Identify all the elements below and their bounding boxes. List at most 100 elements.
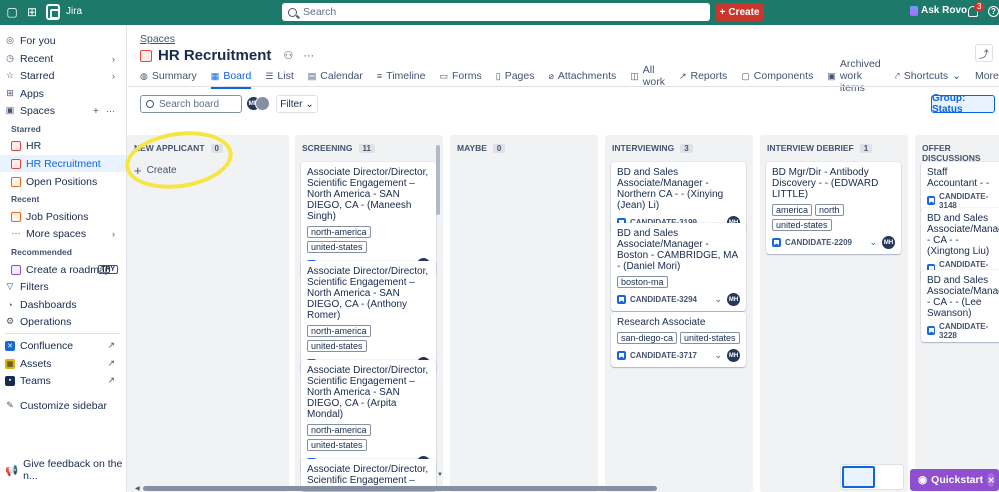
- minimap-viewport[interactable]: [842, 466, 875, 488]
- sidebar-item-hr-recruitment[interactable]: HR Recruitment: [0, 155, 126, 172]
- tab-summary[interactable]: ◍ Summary: [140, 67, 197, 85]
- assignee-avatar[interactable]: MH: [882, 236, 895, 249]
- sidebar-item-job-positions[interactable]: Job Positions: [0, 208, 126, 225]
- card-labels: north-america united-states: [307, 424, 430, 451]
- global-search-placeholder: Search: [303, 6, 337, 18]
- card-key[interactable]: CANDIDATE-3717: [630, 351, 697, 360]
- scroll-left-arrow-icon[interactable]: ◀: [135, 485, 140, 492]
- sidebar-item-operations[interactable]: ⚙ Operations: [0, 313, 126, 330]
- tab-shortcuts[interactable]: ⤤ Shortcuts ⌄: [895, 67, 961, 85]
- card-footer: CANDIDATE-3294 ⌄ MH: [617, 293, 740, 306]
- board-column-screening: SCREENING 11 Associate Director/Director, …: [295, 135, 443, 492]
- board-card[interactable]: Staff Accountant - - CANDIDATE-3148: [921, 162, 999, 212]
- tab-reports[interactable]: ↗ Reports: [679, 67, 727, 85]
- tab-label: List: [277, 70, 294, 82]
- card-label[interactable]: united-states: [307, 241, 367, 253]
- jira-logo-icon[interactable]: [46, 4, 60, 20]
- avatar[interactable]: [255, 96, 270, 111]
- sidebar-item-customize[interactable]: ✎ Customize sidebar: [0, 397, 126, 414]
- card-label[interactable]: united-states: [307, 340, 367, 352]
- close-icon[interactable]: ✕: [987, 473, 995, 487]
- group-by-button[interactable]: Group: Status: [931, 93, 995, 115]
- sidebar-item-starred[interactable]: ☆ Starred ›: [0, 67, 126, 84]
- card-key[interactable]: CANDIDATE-2209: [785, 238, 852, 247]
- sidebar-toggle-icon[interactable]: ▢: [5, 5, 19, 19]
- board-horizontal-scrollbar[interactable]: [143, 486, 657, 491]
- card-label[interactable]: north-america: [307, 424, 371, 436]
- tab-timeline[interactable]: ≡ Timeline: [377, 67, 426, 85]
- sidebar-item-for-you[interactable]: ◎ For you: [0, 32, 126, 49]
- card-label[interactable]: north: [815, 204, 844, 216]
- tab-components[interactable]: ▢ Components: [741, 67, 813, 85]
- sidebar-item-recent[interactable]: ◷ Recent ›: [0, 50, 126, 67]
- sidebar-item-hr[interactable]: HR: [0, 137, 126, 154]
- card-label[interactable]: united-states: [307, 439, 367, 451]
- card-labels: america north united-states: [772, 204, 895, 231]
- add-space-icon[interactable]: +: [93, 105, 99, 117]
- product-name[interactable]: Jira: [66, 6, 82, 17]
- team-icon[interactable]: ⚇: [283, 49, 293, 62]
- assignee-avatar[interactable]: MH: [727, 293, 740, 306]
- board-card[interactable]: Associate Director/Director, Scientific …: [301, 360, 436, 474]
- search-board-input[interactable]: Search board: [140, 95, 242, 113]
- sidebar-item-open-positions[interactable]: Open Positions: [0, 173, 126, 190]
- quickstart-button[interactable]: ◉ Quickstart ✕: [910, 469, 999, 491]
- card-label[interactable]: san-diego-ca: [617, 332, 678, 344]
- board-card[interactable]: BD Mgr/Dir - Antibody Discovery - - (EDW…: [766, 162, 901, 254]
- sidebar-item-spaces[interactable]: ▣ Spaces + ···: [0, 102, 126, 119]
- card-label[interactable]: north-america: [307, 325, 371, 337]
- more-actions-icon[interactable]: ···: [303, 50, 314, 62]
- app-switcher-icon[interactable]: ⊞: [25, 5, 39, 19]
- tab-board[interactable]: ▦ Board: [210, 67, 251, 89]
- board-card[interactable]: Associate Director/Director, Scientific …: [301, 162, 436, 276]
- card-label[interactable]: north-america: [307, 226, 371, 238]
- sidebar-item-apps[interactable]: ⊞ Apps: [0, 85, 126, 102]
- more-options-icon[interactable]: ···: [106, 106, 115, 116]
- card-label[interactable]: united-states: [772, 219, 832, 231]
- chevron-down-icon: ⌄: [305, 98, 314, 110]
- tab-forms[interactable]: ▭ Forms: [439, 67, 481, 85]
- card-label[interactable]: boston-ma: [617, 276, 668, 288]
- give-feedback-link[interactable]: 📢 Give feedback on the n...: [5, 458, 126, 482]
- board-card[interactable]: Associate Director/Director, Scientific …: [301, 261, 436, 375]
- card-title: Staff Accountant - -: [927, 167, 990, 189]
- column-count: 3: [680, 143, 693, 153]
- create-button[interactable]: + Create: [715, 3, 764, 21]
- help-icon[interactable]: ?: [988, 6, 999, 17]
- board-card[interactable]: Research Associate san-diego-ca united-sta…: [611, 312, 746, 367]
- global-search-input[interactable]: Search: [282, 3, 710, 21]
- board-card[interactable]: BD and Sales Associate/Manager - Boston …: [611, 223, 746, 311]
- ask-rovo-button[interactable]: Ask Rovo: [910, 5, 967, 16]
- work-item-type-icon: [927, 326, 936, 335]
- work-item-type-icon: [927, 196, 936, 205]
- tab-all-work[interactable]: ◫ All work: [630, 64, 665, 88]
- tab-attachments[interactable]: ⌀ Attachments: [548, 67, 616, 85]
- sidebar-item-assets[interactable]: ▦ Assets ↗: [0, 355, 126, 372]
- card-key[interactable]: CANDIDATE-3148: [939, 192, 999, 210]
- tab-pages[interactable]: ▯ Pages: [496, 67, 535, 85]
- recent-heading: Recent: [11, 194, 40, 204]
- tab-archived-work-items[interactable]: ▣ Archived work items: [827, 58, 880, 94]
- tab-more[interactable]: More2: [975, 67, 999, 85]
- board-card[interactable]: BD and Sales Associate/Manager - CA - - …: [921, 270, 999, 342]
- tab-list[interactable]: ☰ List: [265, 67, 293, 85]
- card-label[interactable]: united-states: [680, 332, 740, 344]
- sidebar-item-create-roadmap[interactable]: Create a roadmap TRY: [0, 261, 126, 278]
- sidebar-item-teams[interactable]: ▪ Teams ↗: [0, 372, 126, 389]
- sidebar-item-filters[interactable]: ▽ Filters: [0, 278, 126, 295]
- card-key[interactable]: CANDIDATE-3294: [630, 295, 697, 304]
- card-label[interactable]: america: [772, 204, 813, 216]
- breadcrumb[interactable]: Spaces: [140, 33, 175, 45]
- sidebar-item-confluence[interactable]: ✕ Confluence ↗: [0, 337, 126, 354]
- sidebar-item-dashboards[interactable]: ◔ Dashboards: [0, 296, 126, 313]
- sidebar-item-more-spaces[interactable]: ⋯ More spaces ›: [0, 225, 126, 242]
- tab-label: Summary: [151, 70, 197, 82]
- card-key[interactable]: CANDIDATE-3228: [939, 322, 999, 340]
- filter-button[interactable]: Filter ⌄: [276, 95, 318, 113]
- tab-calendar[interactable]: ▤ Calendar: [308, 67, 363, 85]
- sidebar-item-label: Recent: [20, 52, 54, 65]
- share-button[interactable]: ⤴: [975, 44, 993, 62]
- column-scrollbar[interactable]: [436, 145, 440, 215]
- scroll-down-arrow-icon[interactable]: ▼: [437, 472, 443, 478]
- assignee-avatar[interactable]: MH: [727, 349, 740, 362]
